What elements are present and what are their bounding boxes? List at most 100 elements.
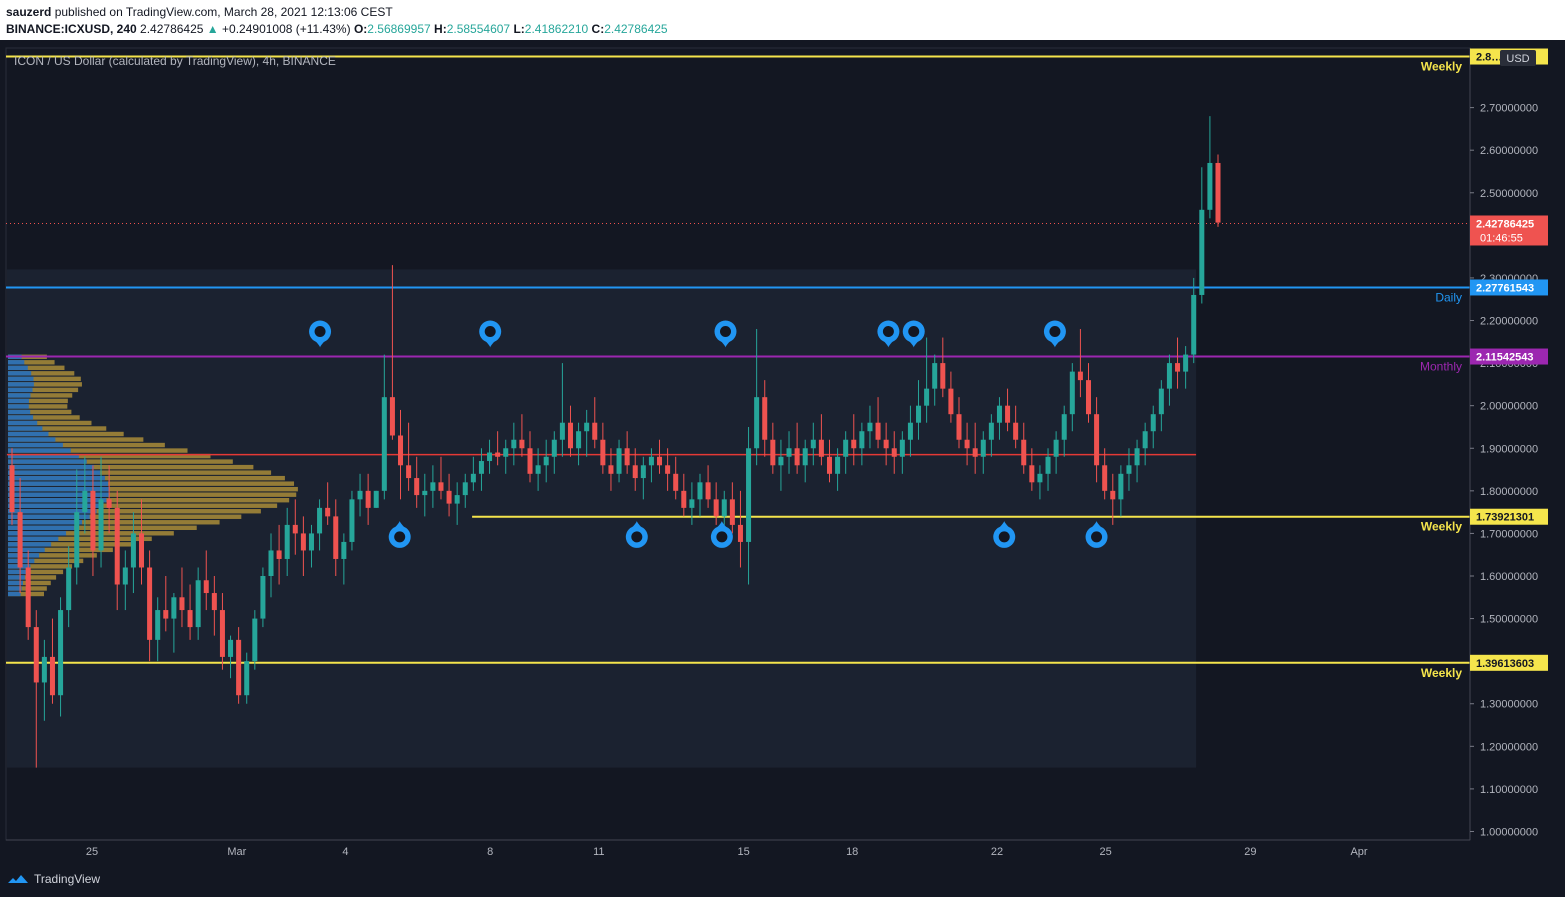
candle-body — [940, 363, 946, 389]
candle-body — [948, 388, 954, 415]
candle-body — [276, 550, 282, 559]
resistance-marker-icon-hole — [720, 326, 731, 338]
candle-body — [899, 439, 905, 457]
candle-body — [438, 482, 444, 491]
candle-body — [762, 397, 768, 440]
last-price-label: 2.42786425 — [1476, 218, 1534, 230]
volume-profile-bar — [8, 536, 59, 542]
candle-body — [130, 533, 136, 568]
support-marker-icon-hole — [716, 531, 728, 543]
time-axis-label: 15 — [737, 846, 749, 858]
close-value: 2.42786425 — [604, 22, 668, 36]
candle-body — [1158, 388, 1164, 415]
level-label-weekly: Weekly — [1421, 60, 1462, 74]
candle-body — [308, 533, 314, 551]
candle-body — [624, 448, 630, 466]
candle-body — [794, 448, 800, 466]
volume-profile-bar — [8, 448, 71, 453]
price-axis-label: 1.00000000 — [1480, 826, 1538, 838]
candle-body — [155, 610, 161, 640]
candle-body — [770, 439, 776, 466]
candle-body — [826, 456, 832, 474]
candle-body — [462, 482, 468, 496]
candle-body — [721, 499, 727, 517]
volume-profile-bar — [8, 365, 28, 371]
candle-body — [956, 414, 962, 440]
candle-body — [1134, 448, 1140, 466]
candle-body — [349, 499, 355, 542]
candle-body — [284, 524, 290, 559]
candle-body — [219, 610, 225, 657]
candle-body — [333, 516, 339, 559]
price-axis-label: 2.00000000 — [1480, 401, 1538, 413]
price-axis-label: 1.60000000 — [1480, 571, 1538, 583]
price-axis-label: 1.90000000 — [1480, 443, 1538, 455]
candle-body — [640, 465, 646, 479]
candle-body — [389, 397, 395, 436]
candle-body — [138, 533, 145, 568]
resistance-marker-icon-hole — [882, 326, 894, 338]
level-label-weekly: Weekly — [1421, 520, 1462, 534]
chart-legend: ICON / US Dollar (calculated by TradingV… — [14, 54, 336, 68]
time-axis-label: 22 — [991, 846, 1003, 858]
candle-body — [1069, 371, 1075, 415]
candle-body — [980, 439, 986, 457]
candle-body — [1077, 371, 1083, 381]
level-value-label: 2.27761543 — [1476, 282, 1534, 294]
volume-profile-bar — [8, 382, 34, 387]
time-axis-label: 4 — [342, 846, 348, 858]
published-text: published on TradingView.com, March 28, … — [54, 5, 393, 19]
candle-body — [802, 448, 808, 466]
price-chart[interactable]: 1.00000000 1.10000000 1.20000000 1.30000000… — [0, 40, 1565, 862]
candle-body — [648, 456, 654, 466]
candle-body — [924, 388, 930, 406]
price-axis-label: 2.60000000 — [1480, 145, 1538, 157]
candle-body — [147, 567, 153, 640]
volume-profile-bar — [8, 431, 49, 437]
volume-profile-bar — [8, 464, 94, 470]
candle-body — [1037, 473, 1043, 483]
volume-profile-bar — [8, 404, 29, 409]
candle-body — [1142, 431, 1148, 449]
symbol-timeframe[interactable]: BINANCE:ICXUSD, 240 — [6, 22, 137, 36]
currency-label: USD — [1506, 53, 1529, 65]
low-value: 2.41862210 — [524, 22, 589, 36]
candle-body — [1061, 414, 1067, 440]
candle-body — [495, 452, 501, 457]
volume-profile-bar — [8, 409, 31, 415]
candle-body — [964, 439, 970, 449]
candle-body — [1021, 439, 1027, 466]
level-value-label: 2.11542543 — [1476, 352, 1534, 364]
candle-body — [519, 439, 525, 449]
candle-body — [373, 490, 379, 508]
candle-body — [49, 656, 55, 696]
candle-body — [1045, 456, 1051, 474]
candle-body — [778, 456, 784, 466]
candle-body — [746, 448, 752, 542]
candle-body — [365, 490, 371, 508]
volume-profile-bar — [8, 553, 40, 558]
candle-body — [810, 439, 816, 449]
candle-body — [883, 439, 889, 449]
change-text: +0.24901008 (+11.43%) — [222, 22, 351, 36]
open-value: 2.56869957 — [367, 22, 431, 36]
candle-body — [9, 465, 15, 513]
footer-brand[interactable]: TradingView — [34, 872, 100, 886]
candle-body — [608, 465, 614, 474]
candle-body — [106, 499, 112, 508]
candle-body — [1053, 439, 1059, 457]
candle-body — [907, 422, 913, 440]
candle-body — [268, 550, 274, 576]
support-marker-icon-hole — [1091, 531, 1103, 543]
candle-body — [875, 422, 881, 440]
candle-body — [729, 499, 735, 525]
candle-body — [859, 431, 865, 449]
candle-body — [916, 405, 922, 423]
candle-body — [292, 524, 298, 534]
candle-body — [341, 541, 347, 559]
author-name[interactable]: sauzerd — [6, 5, 51, 19]
candle-body — [82, 490, 88, 513]
volume-profile-bar — [8, 591, 21, 597]
ohlc-line: BINANCE:ICXUSD, 240 2.42786425 ▲ +0.2490… — [6, 22, 668, 36]
price-axis-label: 1.80000000 — [1480, 486, 1538, 498]
